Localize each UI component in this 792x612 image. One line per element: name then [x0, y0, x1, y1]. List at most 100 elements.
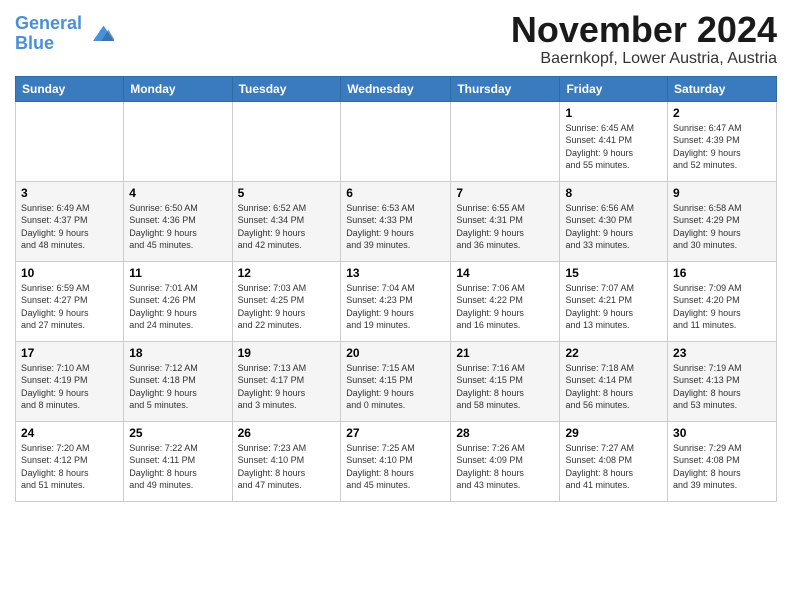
col-monday: Monday [124, 76, 232, 101]
day-info: Sunrise: 7:16 AM Sunset: 4:15 PM Dayligh… [456, 362, 554, 412]
day-number: 19 [238, 346, 336, 360]
day-info: Sunrise: 7:10 AM Sunset: 4:19 PM Dayligh… [21, 362, 118, 412]
day-info: Sunrise: 6:49 AM Sunset: 4:37 PM Dayligh… [21, 202, 118, 252]
day-info: Sunrise: 7:22 AM Sunset: 4:11 PM Dayligh… [129, 442, 226, 492]
day-number: 29 [565, 426, 662, 440]
day-number: 11 [129, 266, 226, 280]
table-row: 30 Sunrise: 7:29 AM Sunset: 4:08 PM Dayli… [668, 421, 777, 501]
table-row: 21 Sunrise: 7:16 AM Sunset: 4:15 PM Dayli… [451, 341, 560, 421]
day-number: 22 [565, 346, 662, 360]
day-info: Sunrise: 7:13 AM Sunset: 4:17 PM Dayligh… [238, 362, 336, 412]
calendar-week-row: 1 Sunrise: 6:45 AM Sunset: 4:41 PM Daylig… [16, 101, 777, 181]
table-row [451, 101, 560, 181]
calendar-week-row: 3 Sunrise: 6:49 AM Sunset: 4:37 PM Daylig… [16, 181, 777, 261]
day-info: Sunrise: 7:27 AM Sunset: 4:08 PM Dayligh… [565, 442, 662, 492]
day-info: Sunrise: 6:52 AM Sunset: 4:34 PM Dayligh… [238, 202, 336, 252]
table-row: 25Sunrise: 7:22 AM Sunset: 4:11 PM Dayli… [124, 421, 232, 501]
day-number: 20 [346, 346, 445, 360]
table-row [16, 101, 124, 181]
day-info: Sunrise: 7:26 AM Sunset: 4:09 PM Dayligh… [456, 442, 554, 492]
day-number: 21 [456, 346, 554, 360]
table-row: 8Sunrise: 6:56 AM Sunset: 4:30 PM Daylig… [560, 181, 668, 261]
day-info: Sunrise: 7:07 AM Sunset: 4:21 PM Dayligh… [565, 282, 662, 332]
table-row: 14 Sunrise: 7:06 AM Sunset: 4:22 PM Dayli… [451, 261, 560, 341]
table-row: 12 Sunrise: 7:03 AM Sunset: 4:25 PM Dayli… [232, 261, 341, 341]
logo-icon [86, 20, 114, 48]
table-row: 7Sunrise: 6:55 AM Sunset: 4:31 PM Daylig… [451, 181, 560, 261]
col-friday: Friday [560, 76, 668, 101]
day-info: Sunrise: 6:58 AM Sunset: 4:29 PM Dayligh… [673, 202, 771, 252]
table-row: 22 Sunrise: 7:18 AM Sunset: 4:14 PM Dayli… [560, 341, 668, 421]
day-number: 8 [565, 186, 662, 200]
table-row: 17 Sunrise: 7:10 AM Sunset: 4:19 PM Dayli… [16, 341, 124, 421]
table-row [341, 101, 451, 181]
table-row: 10 Sunrise: 6:59 AM Sunset: 4:27 PM Dayli… [16, 261, 124, 341]
day-info: Sunrise: 7:04 AM Sunset: 4:23 PM Dayligh… [346, 282, 445, 332]
table-row: 26Sunrise: 7:23 AM Sunset: 4:10 PM Dayli… [232, 421, 341, 501]
table-row: 6 Sunrise: 6:53 AM Sunset: 4:33 PM Daylig… [341, 181, 451, 261]
day-number: 10 [21, 266, 118, 280]
logo-line1: General [15, 13, 82, 33]
table-row: 27Sunrise: 7:25 AM Sunset: 4:10 PM Dayli… [341, 421, 451, 501]
day-number: 12 [238, 266, 336, 280]
col-sunday: Sunday [16, 76, 124, 101]
table-row: 3 Sunrise: 6:49 AM Sunset: 4:37 PM Daylig… [16, 181, 124, 261]
day-number: 9 [673, 186, 771, 200]
day-info: Sunrise: 7:19 AM Sunset: 4:13 PM Dayligh… [673, 362, 771, 412]
day-info: Sunrise: 7:18 AM Sunset: 4:14 PM Dayligh… [565, 362, 662, 412]
logo: General Blue [15, 14, 114, 54]
table-row: 5 Sunrise: 6:52 AM Sunset: 4:34 PM Daylig… [232, 181, 341, 261]
day-info: Sunrise: 6:47 AM Sunset: 4:39 PM Dayligh… [673, 122, 771, 172]
table-row: 13Sunrise: 7:04 AM Sunset: 4:23 PM Dayli… [341, 261, 451, 341]
table-row: 1 Sunrise: 6:45 AM Sunset: 4:41 PM Daylig… [560, 101, 668, 181]
day-number: 6 [346, 186, 445, 200]
table-row [124, 101, 232, 181]
day-info: Sunrise: 6:55 AM Sunset: 4:31 PM Dayligh… [456, 202, 554, 252]
calendar-week-row: 24 Sunrise: 7:20 AM Sunset: 4:12 PM Dayli… [16, 421, 777, 501]
table-row: 4 Sunrise: 6:50 AM Sunset: 4:36 PM Daylig… [124, 181, 232, 261]
day-info: Sunrise: 6:50 AM Sunset: 4:36 PM Dayligh… [129, 202, 226, 252]
table-row: 16 Sunrise: 7:09 AM Sunset: 4:20 PM Dayli… [668, 261, 777, 341]
month-title: November 2024 [511, 10, 777, 50]
day-info: Sunrise: 7:01 AM Sunset: 4:26 PM Dayligh… [129, 282, 226, 332]
table-row: 24 Sunrise: 7:20 AM Sunset: 4:12 PM Dayli… [16, 421, 124, 501]
day-info: Sunrise: 6:53 AM Sunset: 4:33 PM Dayligh… [346, 202, 445, 252]
day-info: Sunrise: 6:59 AM Sunset: 4:27 PM Dayligh… [21, 282, 118, 332]
calendar-table: Sunday Monday Tuesday Wednesday Thursday… [15, 76, 777, 502]
day-number: 3 [21, 186, 118, 200]
table-row: 2Sunrise: 6:47 AM Sunset: 4:39 PM Daylig… [668, 101, 777, 181]
day-info: Sunrise: 7:29 AM Sunset: 4:08 PM Dayligh… [673, 442, 771, 492]
day-number: 16 [673, 266, 771, 280]
header: General Blue November 2024 Baernkopf, Lo… [15, 10, 777, 68]
page: General Blue November 2024 Baernkopf, Lo… [0, 0, 792, 612]
table-row: 15 Sunrise: 7:07 AM Sunset: 4:21 PM Dayli… [560, 261, 668, 341]
day-info: Sunrise: 7:03 AM Sunset: 4:25 PM Dayligh… [238, 282, 336, 332]
day-number: 17 [21, 346, 118, 360]
day-info: Sunrise: 7:15 AM Sunset: 4:15 PM Dayligh… [346, 362, 445, 412]
day-number: 18 [129, 346, 226, 360]
location-title: Baernkopf, Lower Austria, Austria [511, 50, 777, 68]
day-number: 1 [565, 106, 662, 120]
table-row: 28Sunrise: 7:26 AM Sunset: 4:09 PM Dayli… [451, 421, 560, 501]
day-number: 15 [565, 266, 662, 280]
col-wednesday: Wednesday [341, 76, 451, 101]
day-number: 27 [346, 426, 445, 440]
day-number: 24 [21, 426, 118, 440]
table-row: 29 Sunrise: 7:27 AM Sunset: 4:08 PM Dayli… [560, 421, 668, 501]
day-info: Sunrise: 7:09 AM Sunset: 4:20 PM Dayligh… [673, 282, 771, 332]
day-info: Sunrise: 7:20 AM Sunset: 4:12 PM Dayligh… [21, 442, 118, 492]
day-info: Sunrise: 6:45 AM Sunset: 4:41 PM Dayligh… [565, 122, 662, 172]
day-number: 14 [456, 266, 554, 280]
day-number: 5 [238, 186, 336, 200]
table-row: 9 Sunrise: 6:58 AM Sunset: 4:29 PM Daylig… [668, 181, 777, 261]
logo-text: General Blue [15, 14, 82, 54]
table-row: 20 Sunrise: 7:15 AM Sunset: 4:15 PM Dayli… [341, 341, 451, 421]
day-number: 4 [129, 186, 226, 200]
calendar-week-row: 10 Sunrise: 6:59 AM Sunset: 4:27 PM Dayli… [16, 261, 777, 341]
day-number: 30 [673, 426, 771, 440]
calendar-week-row: 17 Sunrise: 7:10 AM Sunset: 4:19 PM Dayli… [16, 341, 777, 421]
calendar-header-row: Sunday Monday Tuesday Wednesday Thursday… [16, 76, 777, 101]
day-info: Sunrise: 7:06 AM Sunset: 4:22 PM Dayligh… [456, 282, 554, 332]
col-saturday: Saturday [668, 76, 777, 101]
day-info: Sunrise: 7:12 AM Sunset: 4:18 PM Dayligh… [129, 362, 226, 412]
